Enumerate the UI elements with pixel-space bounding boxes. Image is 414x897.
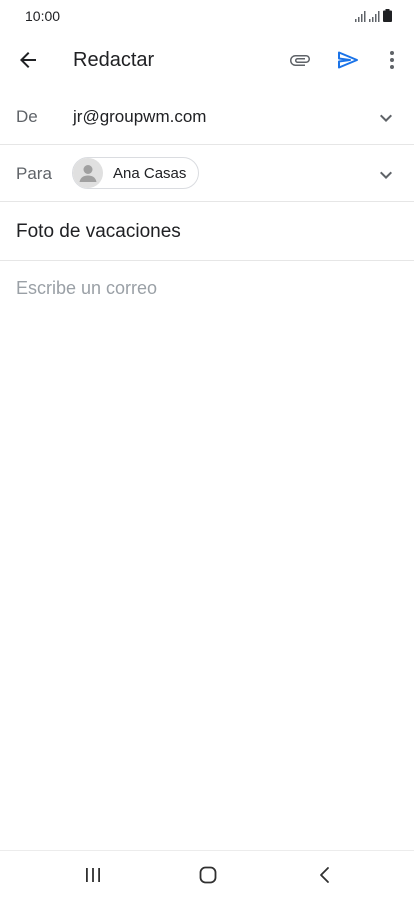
signal-icon bbox=[355, 11, 366, 22]
to-label: Para bbox=[16, 164, 52, 183]
send-icon bbox=[338, 51, 358, 69]
page-title: Redactar bbox=[73, 49, 155, 71]
arrow-left-icon bbox=[20, 52, 36, 68]
paperclip-icon bbox=[290, 55, 310, 66]
recipient-name: Ana Casas bbox=[113, 164, 187, 182]
from-value[interactable]: jr@groupwm.com bbox=[73, 107, 206, 127]
status-bar: 10:00 bbox=[0, 0, 414, 32]
signal-icon bbox=[369, 11, 380, 22]
home-icon bbox=[199, 866, 217, 884]
recents-icon bbox=[86, 868, 100, 882]
subject-row: Foto de vacaciones bbox=[0, 202, 414, 261]
navigation-bar bbox=[0, 850, 414, 897]
from-expand-button[interactable] bbox=[374, 106, 398, 130]
from-row: De jr@groupwm.com bbox=[0, 88, 414, 145]
to-expand-button[interactable] bbox=[374, 163, 398, 187]
person-icon bbox=[79, 165, 97, 182]
more-vert-icon bbox=[390, 51, 394, 69]
body-input[interactable]: Escribe un correo bbox=[16, 278, 396, 818]
toolbar: Redactar bbox=[0, 32, 414, 88]
status-icons bbox=[355, 9, 392, 22]
send-button[interactable] bbox=[328, 40, 368, 80]
recipient-chip[interactable]: Ana Casas bbox=[72, 157, 200, 189]
subject-input[interactable]: Foto de vacaciones bbox=[16, 221, 181, 243]
compose-screen: 10:00 Redactar De jr@groupwm.com Para An… bbox=[0, 0, 414, 897]
more-options-button[interactable] bbox=[372, 40, 412, 80]
attach-button[interactable] bbox=[280, 40, 320, 80]
recents-button[interactable] bbox=[73, 861, 113, 889]
chevron-down-icon bbox=[380, 114, 392, 122]
avatar bbox=[73, 158, 103, 188]
chevron-down-icon bbox=[380, 171, 392, 179]
battery-icon bbox=[383, 9, 392, 22]
to-row: Para Ana Casas bbox=[0, 145, 414, 202]
chevron-left-icon bbox=[320, 867, 329, 883]
nav-back-button[interactable] bbox=[305, 861, 345, 889]
back-button[interactable] bbox=[8, 40, 48, 80]
from-label: De bbox=[16, 107, 38, 126]
home-button[interactable] bbox=[188, 861, 228, 889]
status-time: 10:00 bbox=[25, 8, 61, 24]
